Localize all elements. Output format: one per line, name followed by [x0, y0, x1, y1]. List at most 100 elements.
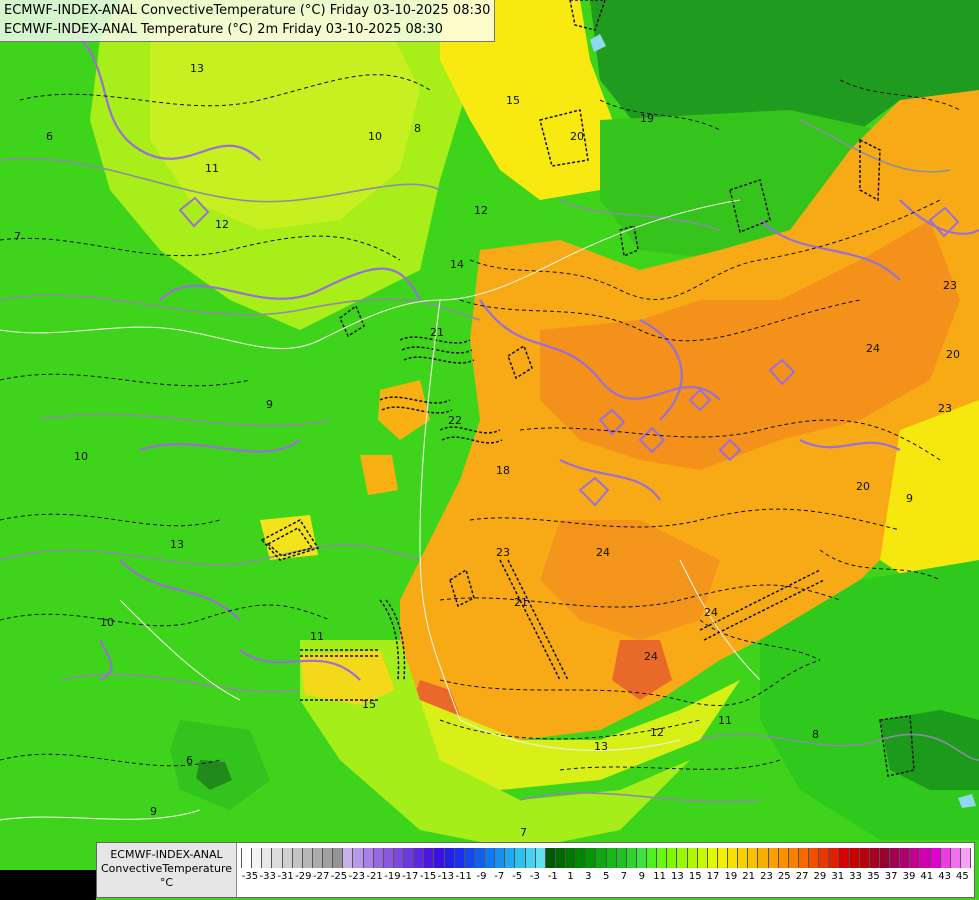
contour-label: 12 — [474, 204, 488, 217]
contour-label: 18 — [496, 464, 510, 477]
legend-swatch — [738, 848, 749, 868]
legend-swatch — [464, 848, 475, 868]
contour-label: 24 — [596, 546, 610, 559]
legend-tick-label: -35 — [241, 871, 259, 882]
legend-tick-label: 3 — [585, 871, 592, 882]
legend-tick-label: 1 — [567, 871, 574, 882]
contour-label: 22 — [448, 414, 462, 427]
legend-swatch — [434, 848, 445, 868]
legend-swatch — [525, 848, 536, 868]
legend-tick-labels: -35 -33 -31 -29 -27 -25 -23 -21 -19 -17 -15 -13 -11-… — [241, 871, 971, 885]
legend-tick-label: 19 — [724, 871, 738, 882]
legend-swatch — [849, 848, 860, 868]
legend-tick-label: -5 — [512, 871, 523, 882]
convective-temperature-map[interactable]: 13 12 11 10 9 8 7 6 15 20 23 24 12 14 21… — [0, 0, 979, 900]
legend-swatch — [343, 848, 354, 868]
legend-swatch — [545, 848, 556, 868]
contour-label: 24 — [866, 342, 880, 355]
legend-swatch — [950, 848, 961, 868]
color-legend: ECMWF-INDEX-ANAL ConvectiveTemperature °… — [96, 842, 975, 898]
legend-tick-label: 33 — [849, 871, 862, 882]
legend-swatch — [626, 848, 637, 868]
legend-tick-label: 15 — [688, 871, 702, 882]
legend-swatch — [859, 848, 870, 868]
legend-swatch — [566, 848, 577, 868]
legend-unit: °C — [159, 876, 174, 889]
legend-tick-label: 13 — [671, 871, 684, 882]
legend-swatch — [606, 848, 617, 868]
legend-swatch — [728, 848, 739, 868]
contour-label: 24 — [644, 650, 658, 663]
legend-tick-label: -11 — [455, 871, 472, 882]
legend-tick-label: -25 — [330, 871, 348, 882]
legend-tick-label: -13 — [437, 871, 455, 882]
contour-label: 10 — [100, 616, 114, 629]
legend-swatch — [677, 848, 688, 868]
legend-tick-label: 7 — [620, 871, 628, 882]
legend-swatch — [586, 848, 597, 868]
contour-label: 11 — [718, 714, 732, 727]
map-title-convective: ECMWF-INDEX-ANAL ConvectiveTemperature (… — [4, 3, 491, 18]
legend-swatch — [333, 848, 344, 868]
legend-tick-label: 41 — [920, 871, 934, 882]
legend-tick-label: 31 — [831, 871, 845, 882]
legend-swatch — [424, 848, 435, 868]
legend-swatch — [353, 848, 364, 868]
legend-swatch — [819, 848, 830, 868]
legend-swatch — [272, 848, 283, 868]
legend-tick-label: -9 — [476, 871, 487, 882]
legend-tick-label: 21 — [742, 871, 756, 882]
contour-label: 11 — [205, 162, 219, 175]
legend-swatch — [667, 848, 678, 868]
legend-swatch — [809, 848, 820, 868]
legend-tick-label: -3 — [529, 871, 540, 882]
legend-parameter: ConvectiveTemperature — [100, 862, 233, 875]
legend-swatch — [697, 848, 708, 868]
contour-label: 13 — [594, 740, 608, 753]
contour-label: 11 — [310, 630, 324, 643]
legend-swatch — [647, 848, 658, 868]
legend-swatch — [717, 848, 728, 868]
legend-tick-label: -33 — [259, 871, 276, 882]
contour-label: 15 — [506, 94, 520, 107]
legend-swatch — [768, 848, 779, 868]
legend-swatch — [252, 848, 263, 868]
legend-tick-label: 5 — [602, 871, 610, 882]
legend-swatch — [515, 848, 526, 868]
legend-swatch — [920, 848, 931, 868]
legend-tick-label: 29 — [813, 871, 827, 882]
legend-swatch — [505, 848, 516, 868]
legend-swatch — [657, 848, 668, 868]
legend-swatch — [778, 848, 789, 868]
legend-swatch — [707, 848, 718, 868]
contour-label: 9 — [150, 805, 157, 818]
legend-swatch — [363, 848, 374, 868]
map-title-temperature: ECMWF-INDEX-ANAL Temperature (°C) 2m Fri… — [4, 22, 443, 37]
contour-label: 20 — [856, 480, 870, 493]
legend-swatch — [292, 848, 303, 868]
contour-label: 20 — [570, 130, 584, 143]
legend-swatch — [960, 848, 971, 868]
contour-label: 7 — [14, 230, 21, 243]
contour-label: 8 — [414, 122, 421, 135]
legend-tick-label: -29 — [295, 871, 312, 882]
legend-label: ECMWF-INDEX-ANAL ConvectiveTemperature °… — [97, 843, 237, 897]
legend-tick-label: -15 — [419, 871, 437, 882]
legend-tick-label: -27 — [312, 871, 330, 882]
legend-swatch — [383, 848, 394, 868]
legend-swatch — [302, 848, 313, 868]
legend-tick-label: 17 — [706, 871, 720, 882]
contour-label: 14 — [450, 258, 464, 271]
legend-swatch — [535, 848, 546, 868]
contour-label: 23 — [938, 402, 952, 415]
legend-swatch — [758, 848, 769, 868]
contour-label: 13 — [190, 62, 204, 75]
contour-label: 19 — [640, 112, 654, 125]
legend-swatch — [879, 848, 890, 868]
legend-swatch — [900, 848, 911, 868]
contour-label: 21 — [430, 326, 444, 339]
contour-label: 8 — [812, 728, 819, 741]
legend-swatch — [262, 848, 273, 868]
legend-swatch — [323, 848, 334, 868]
legend-swatch — [788, 848, 799, 868]
